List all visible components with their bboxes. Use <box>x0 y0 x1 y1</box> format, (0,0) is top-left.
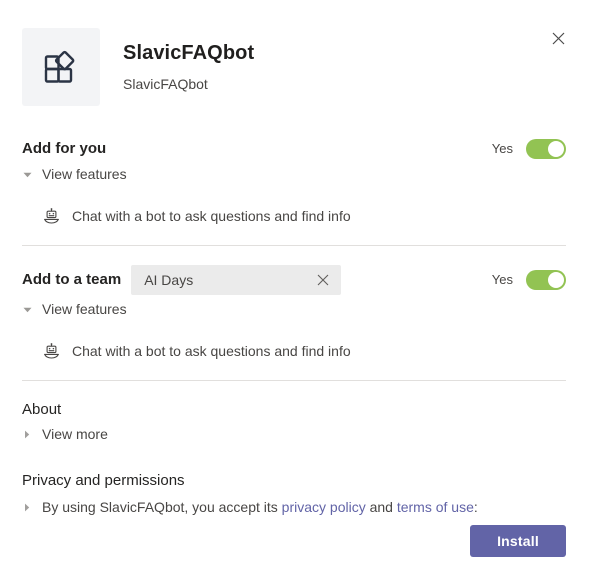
section-header-row: Add to a team AI Days Yes <box>22 265 566 295</box>
triangle-down-icon <box>22 172 32 178</box>
toggle-knob <box>548 272 564 288</box>
section-title: Add for you <box>22 140 107 157</box>
app-grid-diamond-icon <box>22 28 100 106</box>
feature-text: Chat with a bot to ask questions and fin… <box>72 208 351 224</box>
terms-of-use-link[interactable]: terms of use <box>397 499 474 515</box>
dialog-header: SlavicFAQbot SlavicFAQbot <box>0 0 590 106</box>
app-install-dialog: SlavicFAQbot SlavicFAQbot Add for you Ye… <box>0 0 590 579</box>
close-icon[interactable] <box>315 272 331 288</box>
page-title: SlavicFAQbot <box>123 42 255 64</box>
add-to-team-toggle-group: Yes <box>492 270 566 290</box>
privacy-text-before: By using SlavicFAQbot, you accept its <box>42 499 282 515</box>
view-more-label: View more <box>42 426 108 442</box>
section-add-to-a-team: Add to a team AI Days Yes View features … <box>22 265 566 381</box>
feature-row: Chat with a bot to ask questions and fin… <box>22 206 566 226</box>
bot-icon <box>42 207 60 225</box>
close-icon[interactable] <box>544 24 572 52</box>
section-privacy: Privacy and permissions By using SlavicF… <box>22 471 566 517</box>
triangle-down-icon <box>22 307 32 313</box>
privacy-title: Privacy and permissions <box>22 472 185 489</box>
section-divider <box>22 380 566 381</box>
view-features-toggle-team[interactable]: View features <box>22 300 127 319</box>
dialog-body: Add for you Yes View features Chat with … <box>0 138 590 517</box>
view-more-toggle[interactable]: View more <box>22 425 108 444</box>
toggle-knob <box>548 141 564 157</box>
section-divider <box>22 245 566 246</box>
app-publisher: SlavicFAQbot <box>123 76 208 92</box>
privacy-text-after: : <box>473 499 478 515</box>
view-features-label: View features <box>42 166 127 182</box>
privacy-policy-link[interactable]: privacy policy <box>282 499 366 515</box>
section-header-left: Add to a team AI Days <box>22 265 342 295</box>
about-title: About <box>22 401 62 418</box>
view-features-toggle-for-you[interactable]: View features <box>22 165 127 184</box>
team-picker-value: AI Days <box>144 272 194 288</box>
add-for-you-toggle-group: Yes <box>492 139 566 159</box>
privacy-statement: By using SlavicFAQbot, you accept its pr… <box>42 497 478 517</box>
add-to-team-toggle[interactable] <box>526 270 566 290</box>
triangle-right-icon <box>22 503 32 512</box>
triangle-right-icon <box>22 430 32 439</box>
section-title: Add to a team <box>22 271 122 288</box>
section-header-left: Add for you <box>22 139 106 159</box>
toggle-state-label: Yes <box>491 141 513 156</box>
toggle-state-label: Yes <box>491 272 513 287</box>
privacy-disclosure-row[interactable]: By using SlavicFAQbot, you accept its pr… <box>22 497 566 517</box>
add-for-you-toggle[interactable] <box>526 139 566 159</box>
section-about: About View more <box>22 400 566 444</box>
view-features-label: View features <box>42 301 127 317</box>
section-add-for-you: Add for you Yes View features Chat with … <box>22 138 566 246</box>
feature-row: Chat with a bot to ask questions and fin… <box>22 341 566 361</box>
team-picker[interactable]: AI Days <box>131 265 342 295</box>
dialog-footer: Install <box>470 525 566 557</box>
app-header-text: SlavicFAQbot SlavicFAQbot <box>123 28 254 94</box>
privacy-text-middle: and <box>365 499 397 515</box>
bot-icon <box>42 342 60 360</box>
section-header-row: Add for you Yes <box>22 138 566 160</box>
feature-text: Chat with a bot to ask questions and fin… <box>72 343 351 359</box>
install-button[interactable]: Install <box>470 525 566 557</box>
